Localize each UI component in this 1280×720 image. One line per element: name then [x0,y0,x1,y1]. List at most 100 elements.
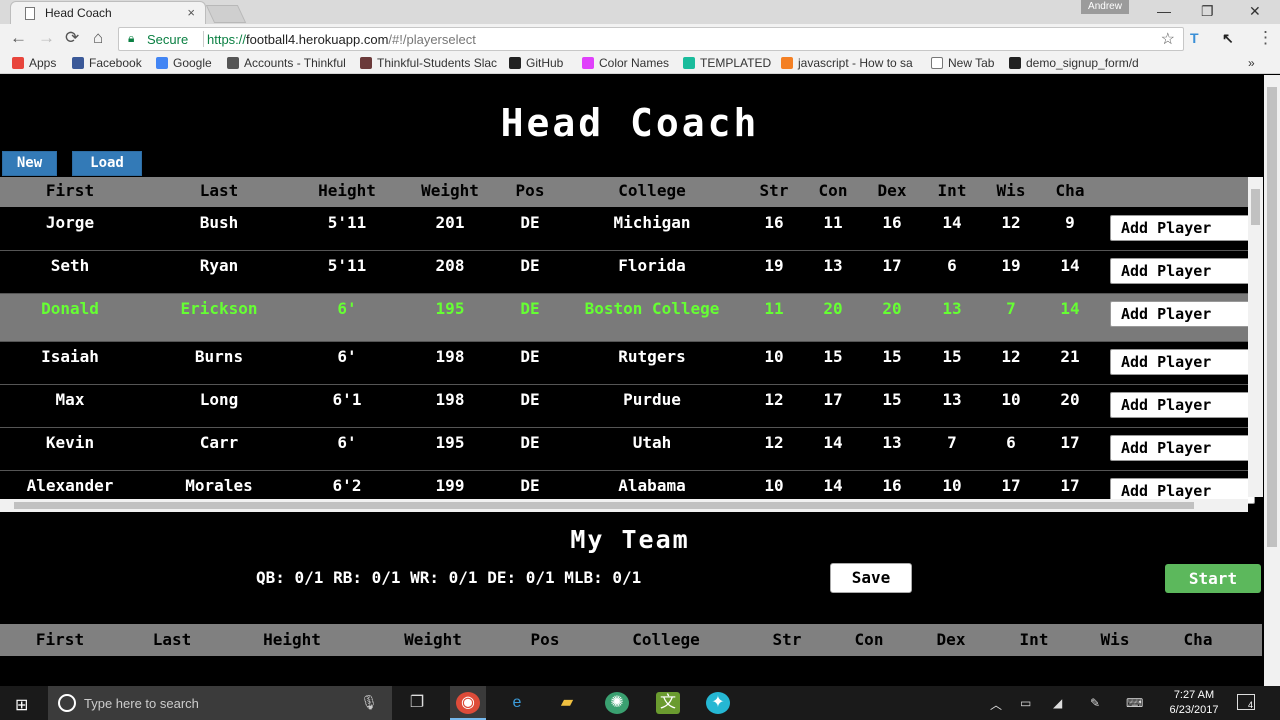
bookmark-item[interactable]: Facebook [72,56,142,70]
team-column-header-first[interactable]: First [0,630,120,649]
notification-icon[interactable]: 4 [1237,694,1255,710]
team-column-header-cha[interactable]: Cha [1138,630,1258,649]
cell-pos: DE [520,347,540,366]
column-header-con[interactable]: Con [803,181,863,200]
start-button[interactable]: Start [1165,564,1261,593]
bookmark-favicon-icon [12,57,24,69]
team-column-header-college[interactable]: College [606,630,726,649]
cell-pos: DE [520,390,540,409]
bookmark-item[interactable]: New Tab [931,56,994,70]
bookmark-item[interactable]: TEMPLATED [683,56,771,70]
bookmark-item[interactable]: javascript - How to sa [781,56,913,70]
scroll-thumb[interactable] [1251,189,1260,225]
column-header-height[interactable]: Height [302,181,392,200]
chrome-icon[interactable]: ◉ [456,692,480,714]
browser-tab[interactable]: Head Coach × [10,1,206,24]
app-icon[interactable]: ✦ [706,692,730,714]
extension-cursor-icon[interactable]: ↖ [1222,30,1234,47]
cell-int: 13 [942,390,962,409]
table-horizontal-scrollbar[interactable] [0,499,1248,512]
load-button[interactable]: Load [72,151,142,176]
back-icon[interactable]: ← [10,28,27,48]
globe-icon[interactable]: ✺ [605,692,629,714]
column-header-wis[interactable]: Wis [981,181,1041,200]
page-content: Head Coach New Load First Last Height Weigh… [0,75,1264,686]
new-button[interactable]: New [2,151,57,176]
add-player-button[interactable]: Add Player [1110,349,1255,375]
add-player-button[interactable]: Add Player [1110,301,1255,327]
bookmark-item[interactable]: demo_signup_form/d [1009,56,1139,70]
profile-badge[interactable]: Andrew [1081,0,1129,14]
restore-button[interactable]: ❐ [1201,3,1214,20]
column-header-int[interactable]: Int [922,181,982,200]
bookmark-label: javascript - How to sa [798,56,913,70]
cell-pos: DE [520,256,540,275]
team-column-header-height[interactable]: Height [232,630,352,649]
extension-t-icon[interactable]: T [1190,30,1199,46]
scroll-thumb[interactable] [14,502,1194,509]
player-row[interactable]: Max Long 6'1 198 DE Purdue 12 17 15 13 10 20 Add Pla… [0,385,1255,428]
bookmark-item[interactable]: Google [156,56,212,70]
cell-college: Michigan [613,213,691,232]
reload-icon[interactable]: ⟳ [65,28,79,48]
table-vertical-scrollbar[interactable] [1248,177,1263,497]
column-header-pos[interactable]: Pos [500,181,560,200]
team-column-header-last[interactable]: Last [112,630,232,649]
chevron-up-icon[interactable]: ︿ [990,696,1002,713]
add-player-button[interactable]: Add Player [1110,392,1255,418]
cell-college: Rutgers [618,347,686,366]
add-player-button[interactable]: Add Player [1110,215,1255,241]
wifi-icon[interactable]: ◢ [1053,696,1062,710]
team-column-header-pos[interactable]: Pos [485,630,605,649]
column-header-str[interactable]: Str [744,181,804,200]
column-header-dex[interactable]: Dex [862,181,922,200]
battery-icon[interactable]: ▭ [1020,696,1031,710]
bookmark-item[interactable]: Color Names [582,56,669,70]
player-row[interactable]: Kevin Carr 6' 195 DE Utah 12 14 13 7 6 17 Add Player [0,428,1255,471]
task-view-icon[interactable]: ❐ [405,692,429,714]
team-column-header-weight[interactable]: Weight [373,630,493,649]
minimize-button[interactable]: — [1157,3,1171,19]
player-row[interactable]: Donald Erickson 6' 195 DE Boston College 11 20 2… [0,294,1255,342]
address-bar[interactable]: 🔒︎ Secure https://football4.herokuapp.co… [118,27,1184,51]
column-header-first[interactable]: First [0,181,140,200]
pen-icon[interactable]: ✎ [1090,696,1100,710]
clock[interactable]: 7:27 AM 6/23/2017 [1166,688,1222,718]
bookmark-star-icon[interactable]: ☆ [1161,29,1175,49]
page-scrollbar[interactable] [1264,75,1280,686]
forward-icon[interactable]: → [38,28,55,48]
secure-label: Secure [147,32,189,47]
windows-start-icon[interactable]: ⊞ [15,695,28,715]
url-text[interactable]: https://football4.herokuapp.com/#!/playe… [207,32,476,47]
column-header-cha[interactable]: Cha [1040,181,1100,200]
close-window-button[interactable]: ✕ [1249,3,1261,20]
tab-close-icon[interactable]: × [187,5,195,20]
cell-wis: 12 [1001,213,1021,232]
player-row[interactable]: Isaiah Burns 6' 198 DE Rutgers 10 15 15 15 12 21 Add… [0,342,1255,385]
more-bookmarks-icon[interactable]: » [1248,56,1255,70]
save-button[interactable]: Save [830,563,912,593]
bookmark-item[interactable]: Accounts - Thinkful [227,56,346,70]
player-row[interactable]: Jorge Bush 5'11 201 DE Michigan 16 11 16 14 12 9 Add… [0,208,1255,251]
cell-int: 7 [947,433,957,452]
bookmark-item[interactable]: Apps [12,56,56,70]
keyboard-icon[interactable]: ⌨ [1126,696,1143,710]
menu-icon[interactable]: ⋮ [1257,28,1274,48]
add-player-button[interactable]: Add Player [1110,435,1255,461]
column-header-last[interactable]: Last [149,181,289,200]
search-placeholder: Type here to search [84,696,199,711]
microphone-icon[interactable]: 🎙︎ [360,694,378,711]
column-header-college[interactable]: College [572,181,732,200]
edge-icon[interactable]: e [505,692,529,714]
home-icon[interactable]: ⌂ [93,28,103,48]
taskbar-search[interactable]: Type here to search 🎙︎ [48,686,392,720]
sublime-icon[interactable]: 文 [656,692,680,714]
column-header-weight[interactable]: Weight [405,181,495,200]
player-row[interactable]: Seth Ryan 5'11 208 DE Florida 19 13 17 6 19 14 Add P… [0,251,1255,294]
bookmark-item[interactable]: Thinkful-Students Slac [360,56,497,70]
add-player-button[interactable]: Add Player [1110,258,1255,284]
new-tab-button[interactable] [205,5,247,23]
file-explorer-icon[interactable]: ▰ [555,692,579,714]
scroll-thumb[interactable] [1267,87,1277,547]
bookmark-item[interactable]: GitHub [509,56,563,70]
